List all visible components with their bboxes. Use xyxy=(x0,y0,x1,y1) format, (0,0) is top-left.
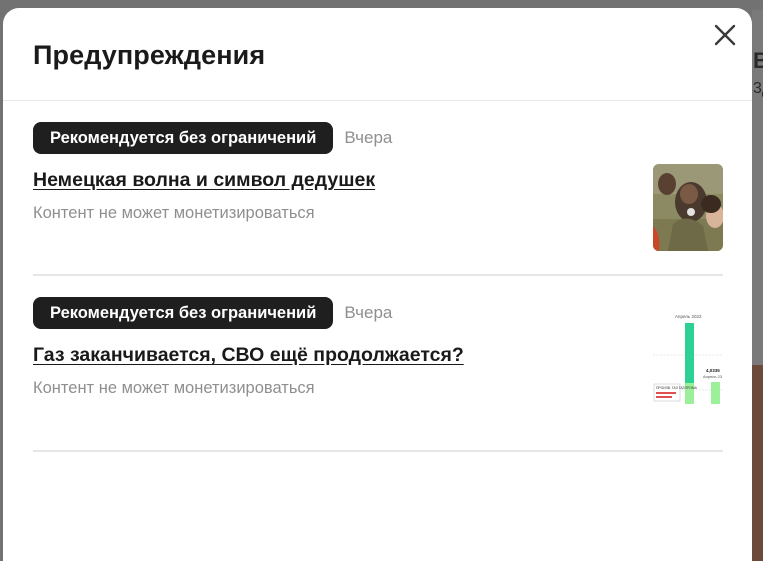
backdrop-right-card xyxy=(752,365,763,561)
warning-item-subtitle: Контент не может монетизироваться xyxy=(33,204,315,222)
warning-item-title-link[interactable]: Газ заканчивается, СВО ещё продолжается? xyxy=(33,344,464,367)
thumb-label-left: ПРОИЗВ. ГАЗ ГАЗПРОМА xyxy=(656,386,698,390)
status-badge: Рекомендуется без ограничений xyxy=(33,297,334,329)
warnings-list: Рекомендуется без ограничений Вчера Неме… xyxy=(3,101,752,452)
backdrop-text-fragment: В xyxy=(753,48,763,73)
close-icon xyxy=(714,24,736,46)
backdrop-text-fragment: 3Д xyxy=(753,80,763,97)
thumbnail-photo-image xyxy=(653,164,723,251)
thumb-label-value: 4,0335 xyxy=(706,368,720,373)
warnings-modal: Предупреждения Рекомендуется без огранич… xyxy=(3,8,752,561)
status-badge: Рекомендуется без ограничений xyxy=(33,122,334,154)
warning-item-header: Рекомендуется без ограничений Вчера xyxy=(33,297,392,329)
warning-date: Вчера xyxy=(344,303,393,322)
thumbnail-chart-image: Апрель 2022 4,0335 Апрель 23 ПРОИЗВ. ГАЗ… xyxy=(653,308,723,408)
close-button[interactable] xyxy=(712,22,738,48)
thumb-label-right: Апрель 23 xyxy=(703,374,723,379)
modal-title: Предупреждения xyxy=(33,40,266,70)
warning-item-subtitle: Контент не может монетизироваться xyxy=(33,379,315,397)
thumb-label-top: Апрель 2022 xyxy=(675,314,702,319)
warning-item-header: Рекомендуется без ограничений Вчера xyxy=(33,122,392,154)
warning-item: Рекомендуется без ограничений Вчера Газ … xyxy=(33,276,723,452)
article-thumbnail[interactable]: Апрель 2022 4,0335 Апрель 23 ПРОИЗВ. ГАЗ… xyxy=(653,308,723,408)
article-thumbnail[interactable] xyxy=(653,164,723,251)
warning-item: Рекомендуется без ограничений Вчера Неме… xyxy=(33,101,723,276)
warning-date: Вчера xyxy=(344,128,393,147)
warning-item-title-link[interactable]: Немецкая волна и символ дедушек xyxy=(33,169,375,192)
modal-header: Предупреждения xyxy=(3,8,752,101)
